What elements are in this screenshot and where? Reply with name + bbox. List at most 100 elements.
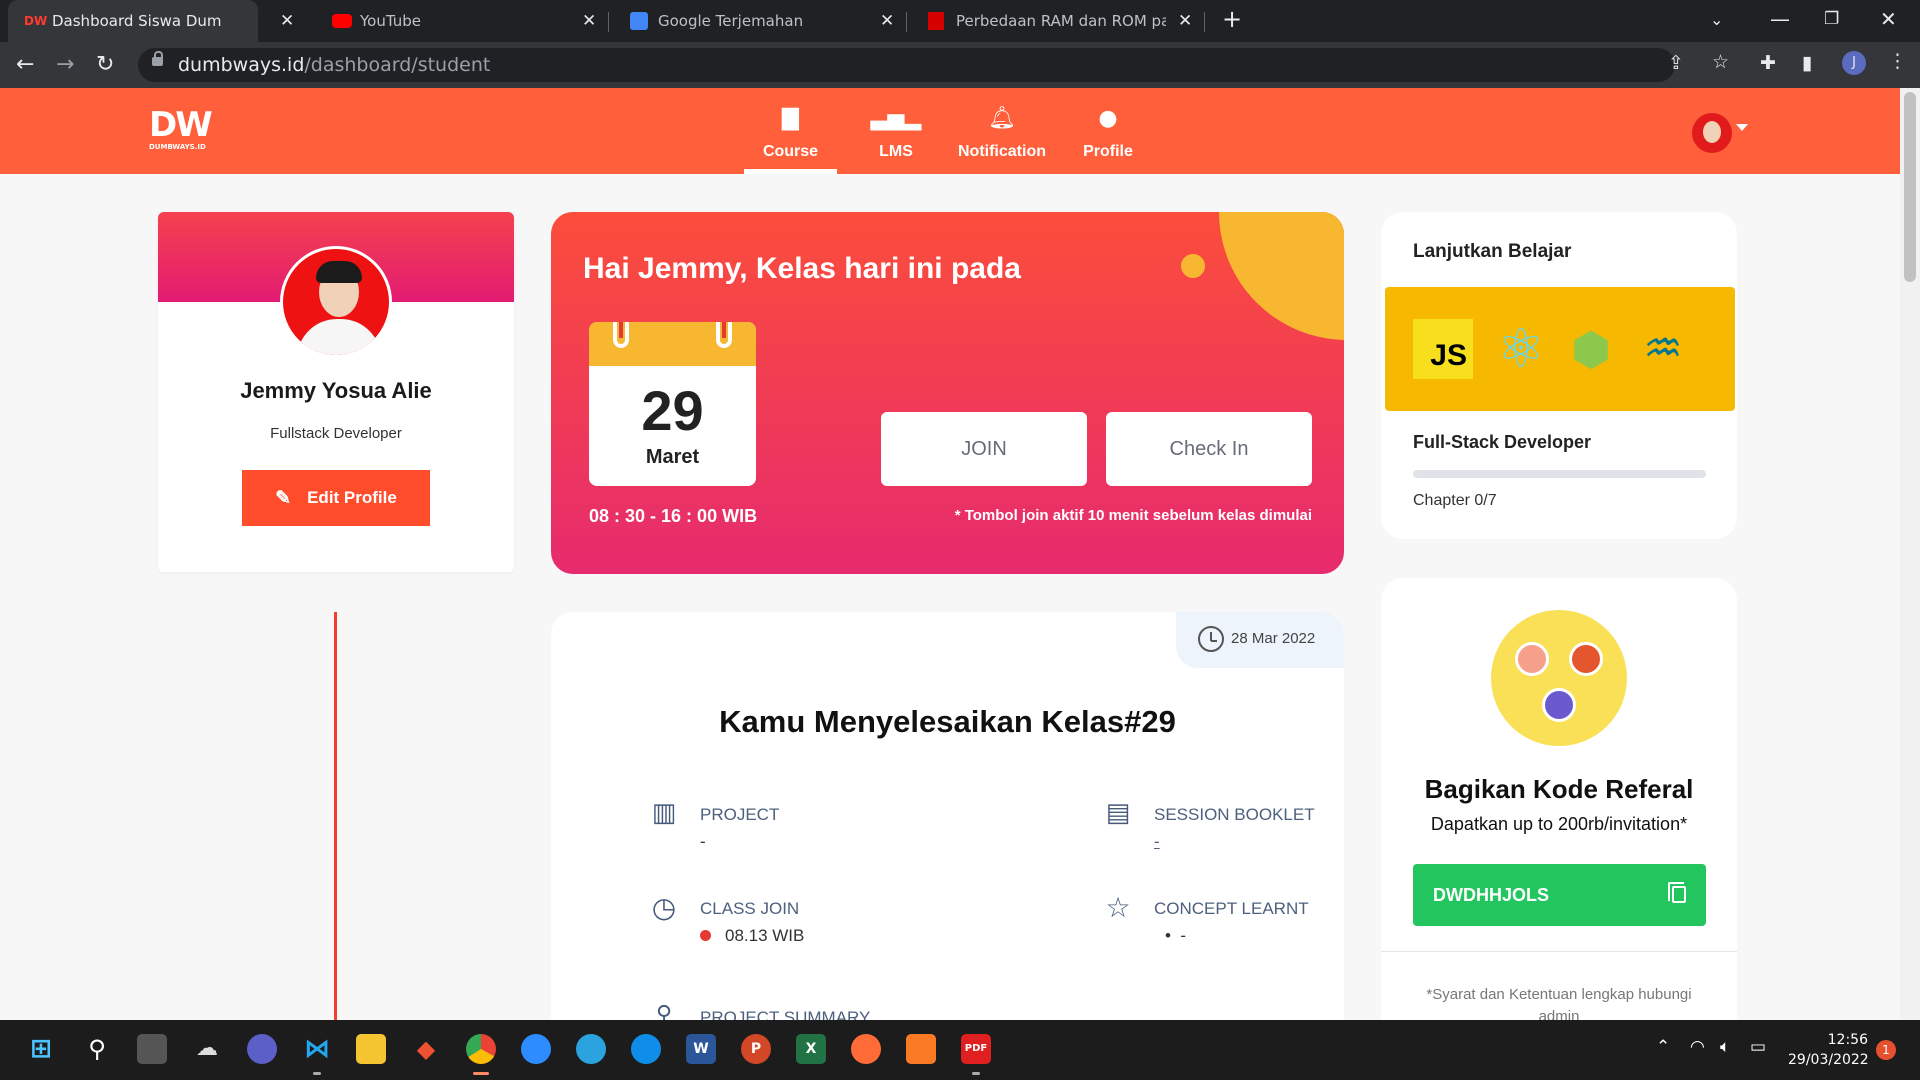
concept-learnt-label: CONCEPT LEARNT bbox=[1154, 899, 1309, 918]
site-icon bbox=[928, 12, 944, 30]
bell-icon: 🔔︎ bbox=[988, 106, 1016, 131]
nav-label: Course bbox=[762, 143, 819, 160]
windows-taskbar: ⊞ ⚲ ☁ ⋈ ◆ W P X PDF ⌃ ◠ 🔈︎ ▭ 12:56 29/03/… bbox=[0, 1020, 1920, 1080]
user-avatar-menu[interactable] bbox=[1692, 113, 1732, 153]
new-tab-icon[interactable]: + bbox=[1222, 5, 1242, 33]
volume-icon[interactable]: 🔈︎ bbox=[1720, 1037, 1730, 1057]
calendar-day: 29 bbox=[641, 379, 704, 442]
nav-label: LMS bbox=[879, 143, 913, 160]
vscode-icon[interactable]: ⋈ bbox=[302, 1034, 332, 1064]
reload-icon[interactable]: ↻ bbox=[96, 52, 114, 77]
youtube-icon bbox=[332, 14, 352, 28]
react-icon: ⚛ bbox=[1496, 317, 1546, 380]
course-progress-bar bbox=[1413, 470, 1706, 478]
teamviewer-icon[interactable] bbox=[631, 1034, 661, 1064]
url-text: dumbways.id/dashboard/student bbox=[178, 54, 491, 76]
git-icon[interactable]: ◆ bbox=[411, 1034, 441, 1064]
continue-learning-title: Lanjutkan Belajar bbox=[1413, 241, 1572, 262]
class-title: Kamu Menyelesaikan Kelas#29 bbox=[719, 704, 1176, 739]
onedrive-icon[interactable]: ☁ bbox=[192, 1034, 222, 1064]
telegram-icon[interactable] bbox=[576, 1034, 606, 1064]
extensions-icon[interactable]: ✚ bbox=[1760, 52, 1776, 74]
active-indicator bbox=[473, 1072, 489, 1075]
scrollbar-thumb[interactable] bbox=[1904, 92, 1916, 282]
back-icon[interactable]: ← bbox=[16, 52, 34, 77]
profile-avatar[interactable]: J bbox=[1842, 51, 1866, 75]
referral-card: Bagikan Kode Referal Dapatkan up to 200r… bbox=[1381, 578, 1737, 1042]
check-in-button[interactable]: Check In bbox=[1106, 412, 1312, 486]
continue-learning-card[interactable]: Lanjutkan Belajar JS ⚛ ⬢ ♒ Full-Stack De… bbox=[1381, 212, 1737, 539]
tray-chevron-icon[interactable]: ⌃ bbox=[1656, 1037, 1670, 1057]
minimize-icon[interactable]: — bbox=[1770, 7, 1790, 31]
calendar-icon: 29 Maret bbox=[589, 322, 756, 486]
restore-icon[interactable]: ❐ bbox=[1824, 9, 1839, 29]
lms-icon: ▃▅▂ bbox=[870, 106, 922, 131]
word-icon[interactable]: W bbox=[686, 1034, 716, 1064]
address-bar[interactable]: dumbways.id/dashboard/student bbox=[138, 48, 1675, 82]
share-icon-glyph[interactable]: ⇪ bbox=[1668, 52, 1684, 74]
greeting-title: Hai Jemmy, Kelas hari ini pada bbox=[583, 252, 1021, 285]
clock[interactable]: 12:56 29/03/2022 bbox=[1788, 1030, 1869, 1070]
tab-dashboard[interactable]: DW Dashboard Siswa DumbWays.id | ✕ bbox=[8, 0, 294, 42]
join-button[interactable]: JOIN bbox=[881, 412, 1087, 486]
close-window-icon[interactable]: ✕ bbox=[1880, 7, 1897, 31]
wifi-icon[interactable]: ◠ bbox=[1690, 1037, 1705, 1057]
powerpoint-icon[interactable]: P bbox=[741, 1034, 771, 1064]
dumbways-logo[interactable]: DW DUMBWAYS.ID bbox=[149, 108, 213, 151]
chrome-icon[interactable] bbox=[466, 1034, 496, 1064]
session-booklet-label: SESSION BOOKLET bbox=[1154, 805, 1315, 824]
zoom-icon[interactable] bbox=[521, 1034, 551, 1064]
referral-code-button[interactable]: DWDHHJOLS bbox=[1413, 864, 1706, 926]
project-value: - bbox=[700, 832, 706, 851]
file-explorer-icon[interactable] bbox=[356, 1034, 386, 1064]
task-view-icon[interactable] bbox=[137, 1034, 167, 1064]
site-header: DW DUMBWAYS.ID ▇ Course ▃▅▂ LMS 🔔︎ Notifi… bbox=[0, 88, 1900, 174]
timeline-line bbox=[334, 612, 337, 1022]
nav-course[interactable]: ▇ Course bbox=[744, 88, 837, 174]
tab-youtube[interactable]: YouTube ✕ bbox=[316, 0, 606, 42]
person-icon bbox=[1542, 688, 1576, 722]
course-banner[interactable]: JS ⚛ ⬢ ♒ bbox=[1385, 287, 1735, 411]
side-panel-icon[interactable]: ▮ bbox=[1802, 52, 1812, 74]
close-tab-x[interactable]: ✕ bbox=[582, 11, 596, 31]
pdf-icon[interactable]: PDF bbox=[961, 1034, 991, 1064]
menu-icon[interactable]: ⋮ bbox=[1888, 50, 1907, 72]
close-tab-x[interactable]: ✕ bbox=[1178, 11, 1192, 31]
bookmark-star-icon[interactable]: ☆ bbox=[1712, 51, 1729, 73]
tab-search-icon[interactable]: ⌄ bbox=[1710, 10, 1723, 29]
start-icon[interactable]: ⊞ bbox=[26, 1034, 56, 1064]
divider bbox=[1381, 951, 1737, 952]
teams-icon[interactable] bbox=[247, 1034, 277, 1064]
forward-icon[interactable]: → bbox=[56, 52, 74, 77]
postman-icon[interactable] bbox=[851, 1034, 881, 1064]
referral-code: DWDHHJOLS bbox=[1433, 885, 1549, 905]
chevron-down-icon[interactable] bbox=[1736, 124, 1748, 131]
book-open-icon: ▤ bbox=[1105, 798, 1131, 828]
browser-toolbar: ← → ↻ dumbways.id/dashboard/student ⇪ ☆ … bbox=[0, 42, 1920, 88]
profile-name: Jemmy Yosua Alie bbox=[240, 378, 432, 403]
running-indicator bbox=[972, 1072, 980, 1075]
close-tab-x[interactable]: ✕ bbox=[280, 11, 294, 31]
notification-badge[interactable]: 1 bbox=[1876, 1040, 1896, 1060]
tab-google-translate[interactable]: Google Terjemahan ✕ bbox=[614, 0, 904, 42]
tab-title: Dashboard Siswa DumbWays.id | bbox=[52, 12, 222, 30]
battery-icon[interactable]: ▭ bbox=[1750, 1037, 1766, 1057]
xampp-icon[interactable] bbox=[906, 1034, 936, 1064]
clock-icon bbox=[1198, 626, 1224, 652]
nav-notification[interactable]: 🔔︎ Notification bbox=[955, 88, 1049, 174]
nav-lms[interactable]: ▃▅▂ LMS bbox=[856, 88, 936, 174]
copy-icon[interactable] bbox=[1668, 882, 1686, 903]
tab-separator bbox=[1204, 12, 1205, 32]
excel-icon[interactable]: X bbox=[796, 1034, 826, 1064]
tab-ram-rom[interactable]: Perbedaan RAM dan ROM pada l ✕ bbox=[912, 0, 1202, 42]
nav-profile[interactable]: ● Profile bbox=[1070, 88, 1146, 174]
edit-profile-button[interactable]: ✎ Edit Profile bbox=[242, 470, 430, 526]
running-indicator bbox=[313, 1072, 321, 1075]
class-join-label: CLASS JOIN bbox=[700, 899, 800, 918]
calendar-month: Maret bbox=[645, 446, 700, 468]
project-label: PROJECT bbox=[700, 805, 780, 824]
search-icon[interactable]: ⚲ bbox=[82, 1034, 112, 1064]
person-icon bbox=[1515, 642, 1549, 676]
session-booklet-link[interactable]: - bbox=[1154, 832, 1160, 852]
close-tab-x[interactable]: ✕ bbox=[880, 11, 894, 31]
